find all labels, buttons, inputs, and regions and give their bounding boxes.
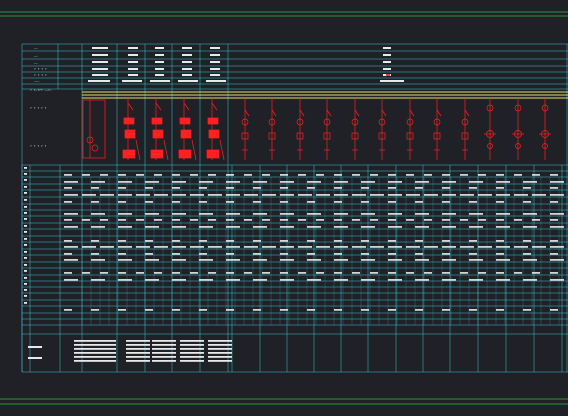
header-text (88, 47, 404, 82)
busbar (82, 91, 568, 99)
left-labels: —— —— —— ? ? ? ? ? ? ? ? ——— ? ?—??? ——?… (30, 46, 52, 148)
schedule-cells (24, 167, 564, 362)
left-label-2: —— (34, 54, 38, 58)
left-label-1: —— (34, 46, 38, 50)
single-line-components (82, 98, 551, 161)
schedule-grid (21, 43, 568, 373)
left-label-6: ——— (34, 79, 40, 83)
left-label-7: ? ?—??? ——?— (30, 88, 52, 92)
left-label-4: ? ? ? ? (34, 67, 47, 71)
ctrl-label-b: ? ? ? ? ? (30, 144, 46, 148)
left-label-5: ? ? ? ? (34, 73, 47, 77)
ctrl-label-a: ? ? ? ? ? (30, 106, 46, 110)
left-label-3: —— (34, 61, 38, 65)
cad-drawing-canvas: —— —— —— ? ? ? ? ? ? ? ? ——— ? ?—??? ——?… (0, 11, 568, 405)
